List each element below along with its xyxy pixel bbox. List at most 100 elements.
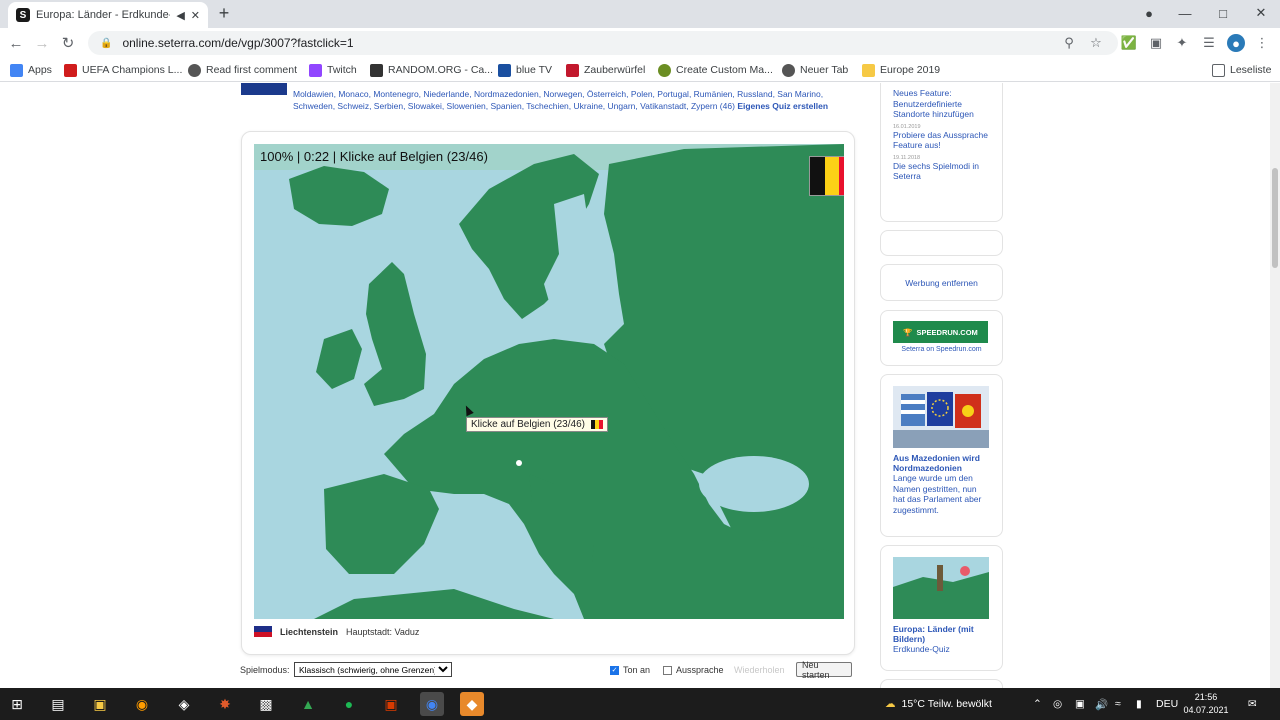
map-icon (658, 63, 671, 77)
weather-cloud-icon: ☁ (885, 698, 896, 710)
map-svg[interactable] (254, 144, 844, 619)
lock-icon[interactable]: 🔒 (100, 38, 112, 49)
extension-check-icon[interactable]: ✅ (1120, 34, 1138, 52)
profile-menu-icon[interactable]: ● (1130, 0, 1168, 26)
battery-icon[interactable]: ▮ (1136, 688, 1142, 720)
article-card[interactable]: Aus Mazedonien wird Nordmazedonien Lange… (880, 374, 1003, 537)
scrollbar-thumb[interactable] (1272, 168, 1278, 268)
bookmark-twitch[interactable]: Twitch (309, 62, 357, 78)
checkbox-unchecked-icon[interactable] (663, 665, 672, 675)
close-tab-icon[interactable]: ✕ (191, 9, 200, 22)
bookmark-folder-europe[interactable]: Europe 2019 (862, 62, 940, 78)
mode-select[interactable]: Klassisch (schwierig, ohne Grenzen) (294, 662, 452, 677)
windows-taskbar: ⊞ ▤ ▣ ◉ ◈ ✸ ▩ ▲ ● ▣ ◉ ◆ ☁ 15°C Teilw. be… (0, 688, 1280, 720)
speedrun-text[interactable]: Seterra on Speedrun.com (893, 346, 990, 353)
reading-list[interactable]: Leseliste (1212, 62, 1271, 78)
file-explorer-icon[interactable]: ▣ (88, 692, 112, 716)
create-quiz-link[interactable]: Eigenes Quiz erstellen (737, 101, 828, 111)
windows-start-icon[interactable]: ⊞ (5, 692, 29, 716)
url-text: online.seterra.com/de/vgp/3007?fastclick… (122, 36, 354, 50)
bookmark-new-tab[interactable]: Neuer Tab (782, 62, 848, 78)
app-icon[interactable]: ▩ (254, 692, 278, 716)
quiz-desc: Erdkunde-Quiz (893, 644, 950, 654)
speedrun-banner[interactable]: 🏆 SPEEDRUN.COM (893, 321, 988, 343)
mini-flag-icon (590, 420, 603, 429)
extension-icon[interactable]: ▣ (1147, 34, 1165, 52)
audio-playing-icon[interactable]: ◀ (176, 9, 184, 22)
last-country: Liechtenstein (280, 626, 339, 637)
bookmark-blue-tv[interactable]: blue TV (498, 62, 552, 78)
bookmarks-bar: Apps UEFA Champions L... Read first comm… (0, 58, 1280, 82)
extensions-puzzle-icon[interactable]: ✦ (1173, 34, 1191, 52)
minimize-icon[interactable]: — (1166, 0, 1204, 26)
last-capital: Hauptstadt: Vaduz (346, 626, 420, 637)
speedrun-widget[interactable]: 🏆 SPEEDRUN.COM Seterra on Speedrun.com (880, 310, 1003, 366)
office-icon[interactable]: ▣ (379, 692, 403, 716)
sound-checkbox[interactable]: ✓ Ton an (610, 665, 650, 675)
reading-list-icon (1212, 63, 1225, 77)
bookmark-random-org[interactable]: RANDOM.ORG - Ca... (370, 62, 493, 78)
cursor-tooltip: Klicke auf Belgien (23/46) (466, 417, 608, 432)
last-answer-info: Liechtenstein Hauptstadt: Vaduz (254, 626, 419, 637)
mode-label: Spielmodus: (240, 665, 290, 675)
new-tab-icon[interactable]: + (214, 3, 234, 23)
bookmark-star-icon[interactable]: ☆ (1087, 34, 1105, 52)
weather-widget[interactable]: ☁ 15°C Teilw. bewölkt (885, 688, 992, 720)
repeat-button[interactable]: Wiederholen (734, 665, 785, 675)
bookmark-uefa[interactable]: UEFA Champions L... (64, 62, 182, 78)
app-icon[interactable]: ✸ (213, 692, 237, 716)
media-control-icon[interactable]: ☰ (1200, 34, 1218, 52)
article-title[interactable]: Aus Mazedonien wird Nordmazedonien (893, 453, 990, 473)
clock[interactable]: 21:56 04.07.2021 (1178, 691, 1234, 717)
pronounce-checkbox[interactable]: Aussprache (663, 665, 724, 675)
zoom-icon[interactable]: ⚲ (1060, 34, 1078, 52)
language-indicator[interactable]: DEU (1156, 688, 1178, 720)
volume-icon[interactable]: 🔊 (1095, 688, 1108, 720)
remove-ads-link[interactable]: Werbung entfernen (880, 264, 1003, 301)
forward-icon[interactable]: → (32, 33, 52, 53)
game-hud: 100% | 0:22 | Klicke auf Belgien (23/46) (260, 149, 488, 164)
chrome-icon[interactable]: ◉ (420, 692, 444, 716)
bookmark-apps[interactable]: Apps (10, 62, 52, 78)
tab-strip: S Europa: Länder - Erdkunde-Q ◀ ✕ + ● — … (0, 0, 1280, 28)
checkbox-checked-icon[interactable]: ✓ (610, 665, 619, 675)
maximize-icon[interactable]: □ (1204, 0, 1242, 26)
quiz-thumbnail (241, 83, 287, 95)
restart-button[interactable]: Neu starten (796, 660, 852, 680)
target-flag-belgium (809, 156, 844, 196)
address-bar[interactable]: 🔒 online.seterra.com/de/vgp/3007?fastcli… (88, 31, 1118, 55)
network-icon[interactable]: ▣ (1075, 688, 1085, 720)
app-icon[interactable]: ◆ (460, 692, 484, 716)
spotify-icon[interactable]: ● (337, 692, 361, 716)
europe-map[interactable]: 100% | 0:22 | Klicke auf Belgien (23/46)… (254, 144, 844, 619)
browser-tab[interactable]: S Europa: Länder - Erdkunde-Q ◀ ✕ (8, 2, 208, 28)
flag-stripe (810, 157, 825, 195)
wifi-icon[interactable]: ≈ (1115, 688, 1121, 720)
tray-app-icon[interactable]: ◎ (1053, 688, 1062, 720)
news-item[interactable]: Die sechs Spielmodi in Seterra (893, 161, 990, 182)
back-icon[interactable]: ← (6, 33, 26, 53)
task-view-icon[interactable]: ▤ (46, 692, 70, 716)
app-icon[interactable]: ▲ (296, 692, 320, 716)
europe-quiz-image (893, 557, 989, 619)
app-icon[interactable]: ◉ (130, 692, 154, 716)
chrome-menu-icon[interactable]: ⋮ (1253, 34, 1271, 52)
notifications-icon[interactable]: ✉ (1248, 688, 1257, 720)
app-icon[interactable]: ◈ (172, 692, 196, 716)
bookmark-custom-map[interactable]: Create Custom Ma... (658, 62, 773, 78)
news-item[interactable]: Probiere das Aussprache Feature aus! (893, 130, 990, 151)
cube-icon (566, 63, 579, 77)
news-item[interactable]: Neues Feature: Benutzerdefinierte Stando… (893, 88, 990, 120)
seterra-favicon-icon: S (16, 8, 30, 22)
page-scrollbar[interactable] (1270, 83, 1280, 688)
bookmark-read-first[interactable]: Read first comment (188, 62, 297, 78)
bookmark-zauberwuerfel[interactable]: Zauberwürfel (566, 62, 645, 78)
country-list-text: Moldawien, Monaco, Montenegro, Niederlan… (293, 89, 829, 111)
bottom-widget (880, 679, 1003, 688)
close-window-icon[interactable]: ✕ (1242, 0, 1280, 26)
quiz-card[interactable]: Europa: Länder (mit Bildern) Erdkunde-Qu… (880, 545, 1003, 671)
quiz-title[interactable]: Europa: Länder (mit Bildern) (893, 624, 990, 644)
profile-avatar-icon[interactable]: ● (1227, 34, 1245, 52)
reload-icon[interactable]: ↻ (58, 33, 78, 53)
show-hidden-icons-icon[interactable]: ⌃ (1033, 688, 1042, 720)
